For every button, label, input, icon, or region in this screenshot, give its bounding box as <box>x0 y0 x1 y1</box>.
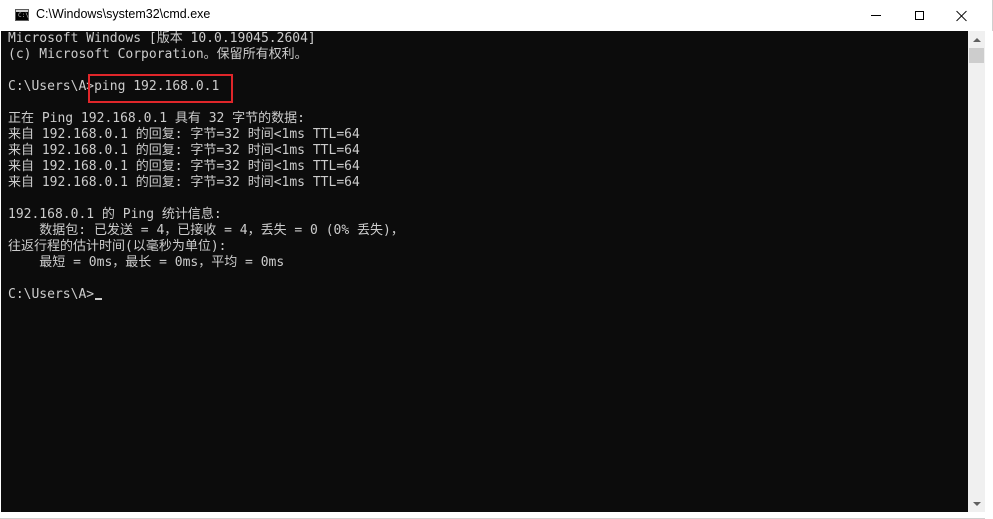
console-line: 来自 192.168.0.1 的回复: 字节=32 时间<1ms TTL=64 <box>8 127 360 142</box>
console-line: (c) Microsoft Corporation。保留所有权利。 <box>8 47 308 62</box>
cmd-window: C:\ C:\Windows\system32\cmd.exe Microsof… <box>0 0 993 519</box>
console-line: 数据包: 已发送 = 4，已接收 = 4，丢失 = 0 (0% 丢失)， <box>8 223 404 238</box>
vertical-scrollbar[interactable] <box>968 31 985 512</box>
maximize-button[interactable] <box>896 0 942 31</box>
cmd-app-icon[interactable]: C:\ <box>15 9 29 21</box>
console-line: Microsoft Windows [版本 10.0.19045.2604] <box>8 31 316 46</box>
window-title: C:\Windows\system32\cmd.exe <box>36 7 211 21</box>
console-line: 最短 = 0ms，最长 = 0ms，平均 = 0ms <box>8 255 285 270</box>
scroll-up-button[interactable] <box>968 31 985 48</box>
arrow-down-icon <box>972 501 981 506</box>
console-line: 192.168.0.1 的 Ping 统计信息: <box>8 207 222 222</box>
console-prompt: C:\Users\A> <box>8 287 95 302</box>
console-line: 来自 192.168.0.1 的回复: 字节=32 时间<1ms TTL=64 <box>8 175 360 190</box>
minimize-icon <box>871 15 881 16</box>
background-window-edge <box>985 31 993 519</box>
console-line: 来自 192.168.0.1 的回复: 字节=32 时间<1ms TTL=64 <box>8 143 360 158</box>
command-highlight-box <box>88 74 233 103</box>
maximize-icon <box>914 11 924 20</box>
console-prompt-line[interactable]: C:\Users\A> <box>8 287 103 303</box>
scroll-thumb[interactable] <box>969 48 984 63</box>
console-line: 正在 Ping 192.168.0.1 具有 32 字节的数据: <box>8 111 306 126</box>
console-line: 往返行程的估计时间(以毫秒为单位): <box>8 239 227 254</box>
console-line: 来自 192.168.0.1 的回复: 字节=32 时间<1ms TTL=64 <box>8 159 360 174</box>
console-area[interactable]: Microsoft Windows [版本 10.0.19045.2604] (… <box>1 31 968 512</box>
cmd-app-icon-glyph: C:\ <box>18 12 29 19</box>
scroll-down-button[interactable] <box>968 495 985 512</box>
arrow-up-icon <box>972 37 981 42</box>
close-icon <box>956 10 968 22</box>
close-button[interactable] <box>939 0 985 31</box>
text-cursor <box>95 298 103 300</box>
minimize-button[interactable] <box>853 0 899 31</box>
title-bar[interactable]: C:\ C:\Windows\system32\cmd.exe <box>0 0 991 31</box>
